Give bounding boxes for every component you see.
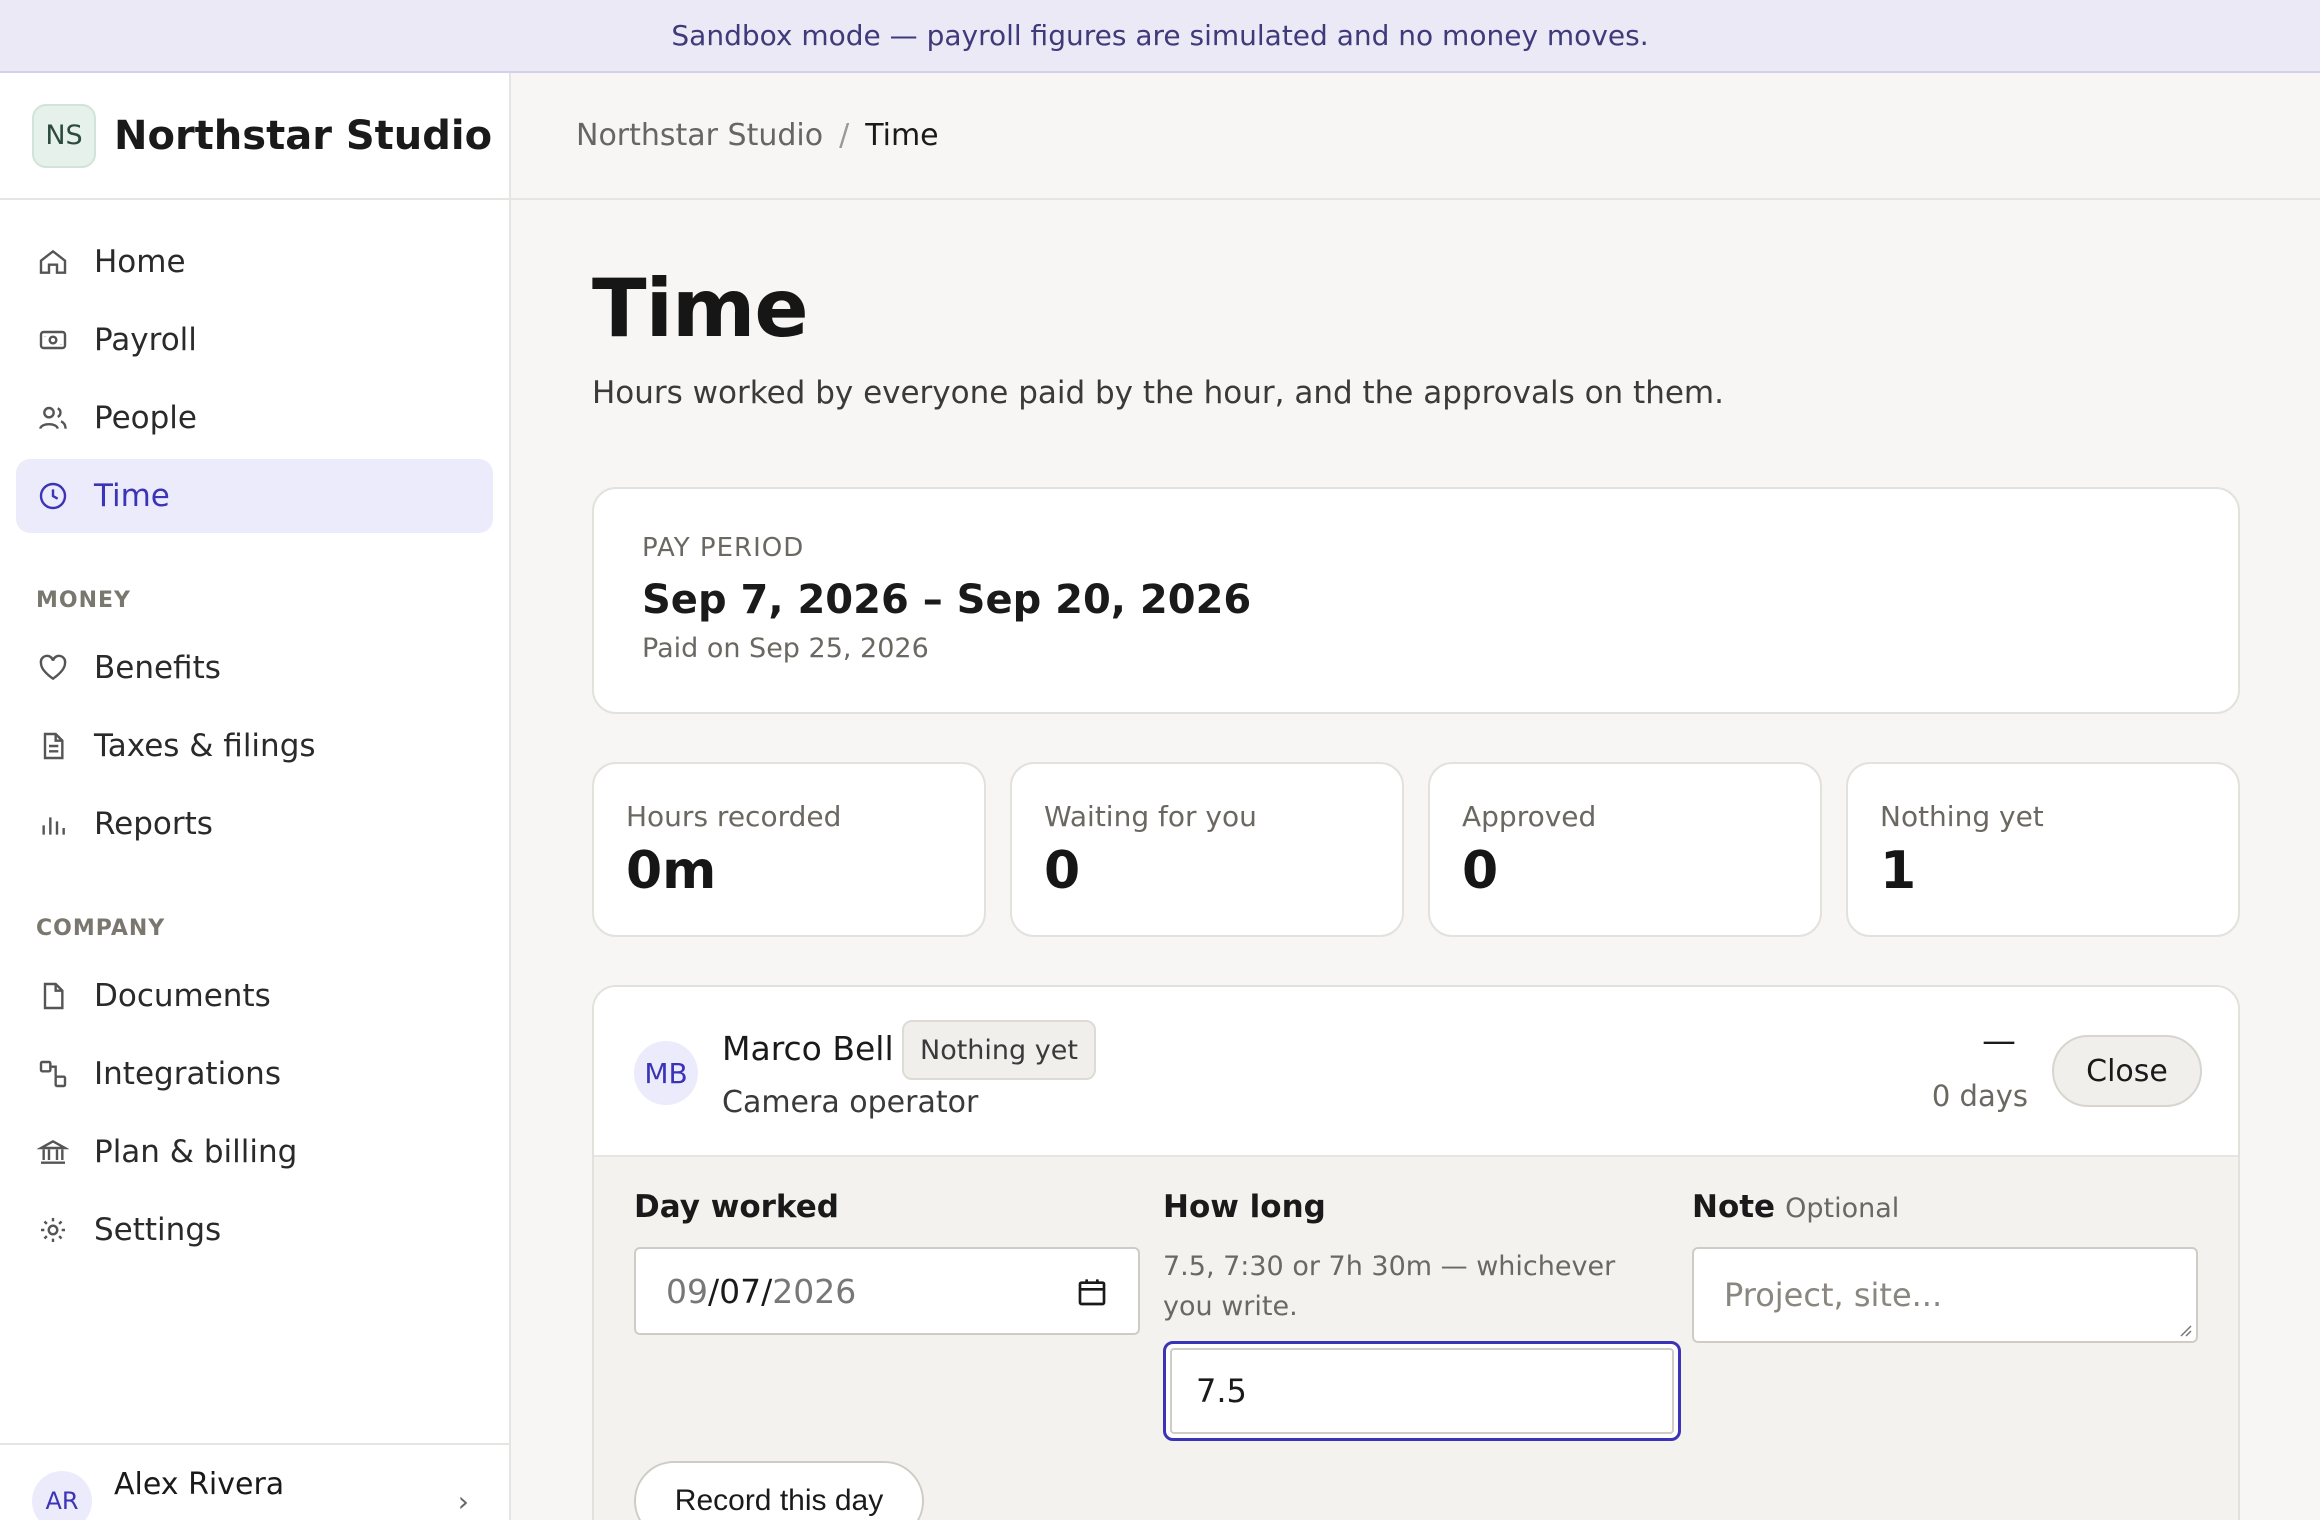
employee-days-count: 0 days — [1931, 1079, 2028, 1113]
stat-label: Hours recorded — [626, 800, 842, 833]
record-day-button[interactable]: Record this day — [634, 1461, 924, 1520]
nav-section-money: MONEY — [36, 588, 131, 613]
stat-label: Approved — [1462, 800, 1597, 833]
sidebar-item-benefits[interactable]: Benefits — [16, 631, 493, 705]
page-subtitle: Hours worked by everyone paid by the hou… — [592, 375, 1724, 411]
brand-name: Northstar Studio — [114, 112, 493, 159]
how-long-hint: 7.5, 7:30 or 7h 30m — whichever you writ… — [1163, 1251, 1616, 1322]
nav-section-company: COMPANY — [36, 916, 166, 941]
pay-period-range: Sep 7, 2026 – Sep 20, 2026 — [642, 577, 1252, 623]
payroll-icon — [36, 323, 70, 357]
stat-nothing-yet: Nothing yet 1 — [1846, 762, 2240, 937]
sidebar-item-settings[interactable]: Settings — [16, 1193, 493, 1267]
day-worked-label: Day worked — [634, 1189, 839, 1225]
stat-hours-recorded: Hours recorded 0m — [592, 762, 986, 937]
stat-approved: Approved 0 — [1428, 762, 1822, 937]
sidebar-item-taxes-filings[interactable]: Taxes & filings — [16, 709, 493, 783]
pay-period-label: PAY PERIOD — [642, 533, 805, 563]
chevron-right-icon: › — [457, 1485, 469, 1518]
brand-logo: NS — [32, 103, 96, 168]
date-month: 09 — [666, 1271, 708, 1311]
note-placeholder: Project, site... — [1724, 1276, 1943, 1314]
sidebar-item-label: Documents — [94, 978, 271, 1014]
note-optional: Optional — [1785, 1193, 1900, 1224]
sidebar-item-home[interactable]: Home — [16, 225, 493, 299]
stat-label: Waiting for you — [1044, 800, 1257, 833]
stat-label: Nothing yet — [1880, 800, 2044, 833]
note-label-text: Note — [1692, 1189, 1776, 1225]
main-content: Time Hours worked by everyone paid by th… — [592, 200, 2240, 1520]
breadcrumb-current: Time — [865, 118, 939, 153]
stat-value: 0m — [626, 841, 717, 901]
user-menu[interactable]: AR Alex Rivera › — [0, 1443, 509, 1520]
stat-waiting-for-you: Waiting for you 0 — [1010, 762, 1404, 937]
employee-name: Marco Bell — [722, 1029, 894, 1068]
stat-value: 1 — [1880, 841, 1917, 901]
home-icon — [36, 245, 70, 279]
pay-period-paid-on: Paid on Sep 25, 2026 — [642, 633, 929, 664]
date-separator: / — [761, 1271, 773, 1311]
breadcrumb-separator: / — [839, 118, 850, 153]
date-year: 2026 — [772, 1271, 857, 1311]
sidebar: NS Northstar Studio Home Payroll People — [0, 73, 511, 1520]
integrations-icon — [36, 1057, 70, 1091]
how-long-label: How long — [1163, 1189, 1326, 1225]
pay-period-card: PAY PERIOD Sep 7, 2026 – Sep 20, 2026 Pa… — [592, 487, 2240, 714]
date-separator: / — [708, 1271, 720, 1311]
topbar: Northstar Studio / Time — [511, 73, 2320, 200]
date-day: 07 — [719, 1271, 762, 1311]
document-icon — [36, 729, 70, 763]
stat-value: 0 — [1044, 841, 1081, 901]
sandbox-banner-text: Sandbox mode — payroll figures are simul… — [671, 19, 1649, 52]
avatar: AR — [32, 1471, 92, 1520]
sidebar-item-label: Plan & billing — [94, 1134, 298, 1170]
clock-icon — [36, 479, 70, 513]
sidebar-item-plan-billing[interactable]: Plan & billing — [16, 1115, 493, 1189]
close-button[interactable]: Close — [2052, 1035, 2202, 1107]
employee-header: MB Marco Bell Nothing yet Camera operato… — [594, 987, 2238, 1155]
sidebar-item-label: Settings — [94, 1212, 222, 1248]
time-entry-form: Day worked 09/07/2026 How long 7.5, 7:30… — [594, 1155, 2238, 1520]
sidebar-item-payroll[interactable]: Payroll — [16, 303, 493, 377]
sidebar-item-people[interactable]: People — [16, 381, 493, 455]
how-long-input[interactable]: 7.5 — [1163, 1341, 1681, 1441]
user-name: Alex Rivera — [114, 1467, 285, 1502]
bar-chart-icon — [36, 807, 70, 841]
sidebar-item-label: Benefits — [94, 650, 221, 686]
sidebar-item-time[interactable]: Time — [16, 459, 493, 533]
sidebar-item-label: People — [94, 400, 197, 436]
sidebar-item-label: Home — [94, 244, 186, 280]
resize-handle-icon[interactable] — [2176, 1321, 2192, 1337]
employee-hours-total: — — [1982, 1021, 2016, 1061]
calendar-icon[interactable] — [1076, 1275, 1108, 1309]
sidebar-item-label: Payroll — [94, 322, 197, 358]
brand[interactable]: NS Northstar Studio — [0, 73, 509, 200]
note-textarea[interactable]: Project, site... — [1692, 1247, 2198, 1343]
stat-value: 0 — [1462, 841, 1499, 901]
page-title: Time — [592, 262, 809, 355]
sandbox-banner: Sandbox mode — payroll figures are simul… — [0, 0, 2320, 73]
sidebar-item-label: Reports — [94, 806, 213, 842]
how-long-value: 7.5 — [1170, 1348, 1674, 1434]
heart-icon — [36, 651, 70, 685]
employee-time-card: MB Marco Bell Nothing yet Camera operato… — [592, 985, 2240, 1520]
avatar: MB — [634, 1041, 698, 1105]
sidebar-item-documents[interactable]: Documents — [16, 959, 493, 1033]
gear-icon — [36, 1213, 70, 1247]
sidebar-item-reports[interactable]: Reports — [16, 787, 493, 861]
bank-icon — [36, 1135, 70, 1169]
sidebar-item-label: Taxes & filings — [94, 728, 316, 764]
file-icon — [36, 979, 70, 1013]
sidebar-item-label: Integrations — [94, 1056, 281, 1092]
employee-role: Camera operator — [722, 1085, 979, 1120]
people-icon — [36, 401, 70, 435]
sidebar-item-label: Time — [94, 478, 170, 514]
day-worked-input[interactable]: 09/07/2026 — [634, 1247, 1140, 1335]
sidebar-nav: Home Payroll People Time MONEY Benefits … — [0, 200, 509, 1267]
sidebar-item-integrations[interactable]: Integrations — [16, 1037, 493, 1111]
note-label: Note Optional — [1692, 1189, 1899, 1225]
status-badge: Nothing yet — [902, 1020, 1096, 1080]
stats-row: Hours recorded 0m Waiting for you 0 Appr… — [592, 762, 2240, 937]
breadcrumb-parent[interactable]: Northstar Studio — [576, 118, 823, 153]
